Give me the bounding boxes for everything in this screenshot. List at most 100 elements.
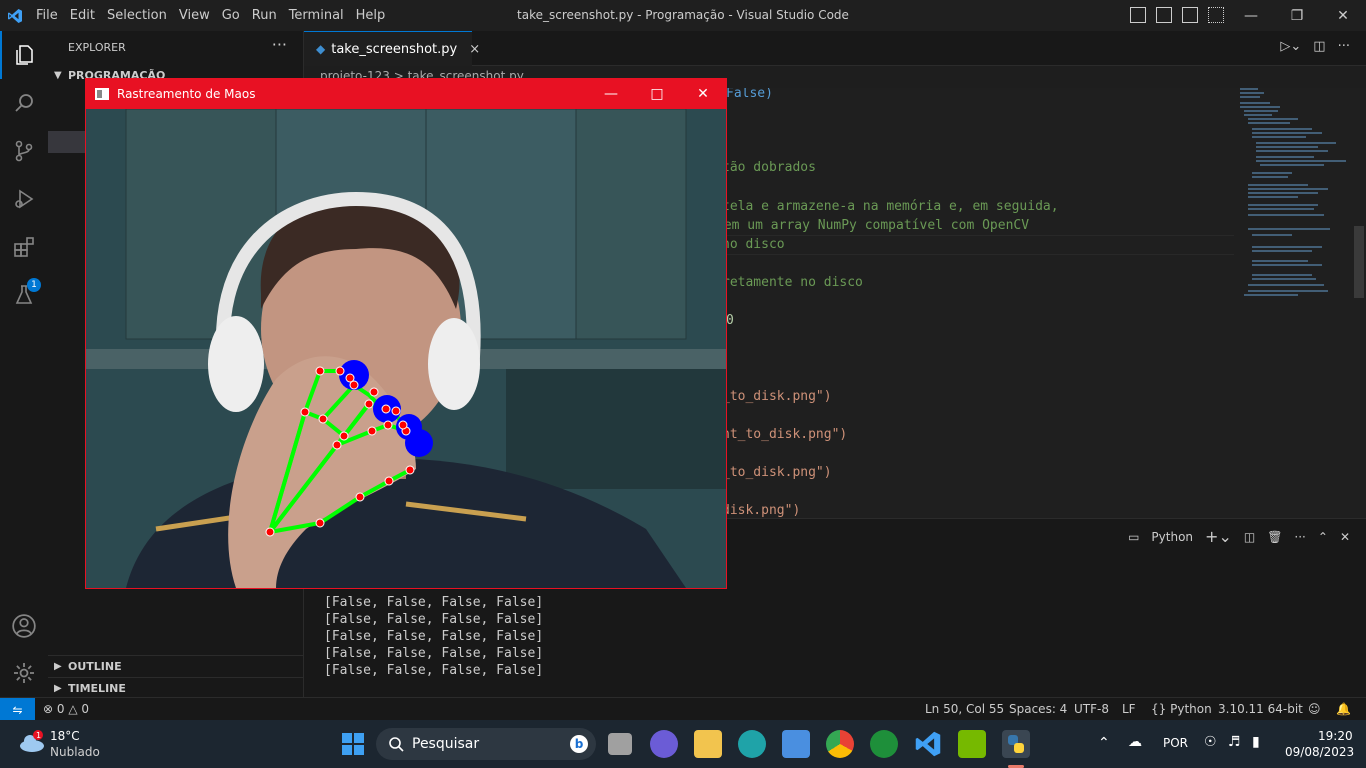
language-mode[interactable]: {} Python <box>1151 698 1212 720</box>
chat-icon[interactable] <box>650 730 678 758</box>
code-line: disk.png") <box>722 503 801 518</box>
explorer-icon[interactable] <box>0 31 48 79</box>
scrollbar-thumb[interactable] <box>1354 226 1364 298</box>
problems-indicator[interactable]: ⊗ 0 △ 0 <box>43 698 89 720</box>
camera-minimize-button[interactable]: — <box>588 86 634 102</box>
menu-terminal[interactable]: Terminal <box>283 0 350 31</box>
svg-text:1: 1 <box>36 731 41 740</box>
accounts-icon[interactable] <box>0 602 48 650</box>
menu-selection[interactable]: Selection <box>101 0 173 31</box>
camera-window-title: Rastreamento de Maos <box>117 87 256 101</box>
editor-more-icon[interactable]: ··· <box>1338 39 1350 54</box>
edge-browser-icon[interactable] <box>738 730 766 758</box>
close-button[interactable]: ✕ <box>1320 0 1366 31</box>
search-icon[interactable] <box>0 79 48 127</box>
toggle-panel-icon[interactable] <box>1156 7 1172 23</box>
feedback-icon[interactable]: ☺ <box>1308 698 1321 720</box>
terminal-line: [False, False, False, False] <box>324 612 544 627</box>
minimap[interactable] <box>1234 88 1352 518</box>
camera-window-titlebar[interactable]: Rastreamento de Maos — □ ✕ <box>86 79 726 109</box>
more-actions-icon[interactable]: ··· <box>272 35 287 54</box>
taskbar-search[interactable]: Pesquisar b <box>376 728 596 760</box>
remote-indicator-icon[interactable]: ⇋ <box>0 698 35 721</box>
editor-scrollbar[interactable] <box>1352 88 1366 518</box>
encoding[interactable]: UTF-8 <box>1074 698 1109 720</box>
extensions-icon[interactable] <box>0 223 48 271</box>
python-app-icon[interactable] <box>1002 730 1030 758</box>
nvidia-icon[interactable] <box>958 730 986 758</box>
run-debug-icon[interactable] <box>0 175 48 223</box>
vscode-taskbar-icon[interactable] <box>914 730 942 758</box>
hand-tracking-window[interactable]: Rastreamento de Maos — □ ✕ <box>85 78 727 589</box>
customize-layout-icon[interactable] <box>1208 7 1224 23</box>
maximize-panel-icon[interactable]: ⌃ <box>1318 530 1328 544</box>
terminal-line: [False, False, False, False] <box>324 646 544 661</box>
code-line: _to_disk.png") <box>722 389 832 404</box>
explorer-header: EXPLORER <box>68 41 126 54</box>
tab-take-screenshot[interactable]: ◆ take_screenshot.py × <box>304 31 480 66</box>
timeline-label: TIMELINE <box>68 682 126 695</box>
kill-terminal-icon[interactable]: 🗑 <box>1267 530 1282 544</box>
input-language[interactable]: POR <box>1163 736 1188 750</box>
testing-icon[interactable] <box>0 271 48 319</box>
menu-edit[interactable]: Edit <box>64 0 101 31</box>
terminal-line: [False, False, False, False] <box>324 663 544 678</box>
search-placeholder: Pesquisar <box>412 736 480 752</box>
run-python-file-icon[interactable]: ▷⌄ <box>1280 39 1301 54</box>
chrome-icon[interactable] <box>826 730 854 758</box>
camera-close-button[interactable]: ✕ <box>680 86 726 102</box>
restore-button[interactable]: ❐ <box>1274 0 1320 31</box>
menu-go[interactable]: Go <box>216 0 246 31</box>
clock-date[interactable]: 09/08/2023 <box>1285 745 1354 759</box>
manage-gear-icon[interactable] <box>0 649 48 697</box>
source-control-icon[interactable] <box>0 127 48 175</box>
wifi-icon[interactable]: ☉ <box>1204 734 1217 750</box>
outline-label: OUTLINE <box>68 660 122 673</box>
minimize-button[interactable]: — <box>1228 0 1274 31</box>
cloud-sync-icon[interactable]: ☁ <box>1128 734 1142 750</box>
task-view-icon[interactable] <box>608 733 632 755</box>
end-of-line[interactable]: LF <box>1122 698 1136 720</box>
clock-time[interactable]: 19:20 <box>1318 729 1353 743</box>
store-icon[interactable] <box>782 730 810 758</box>
language-label: Python <box>1170 702 1212 716</box>
timeline-section[interactable]: ▶ TIMELINE <box>48 677 304 699</box>
split-editor-icon[interactable]: ◫ <box>1313 39 1325 54</box>
volume-icon[interactable]: ♬ <box>1228 734 1241 750</box>
code-line: False) <box>726 88 773 101</box>
file-explorer-icon[interactable] <box>694 730 722 758</box>
indentation[interactable]: Spaces: 4 <box>1009 698 1067 720</box>
xbox-icon[interactable] <box>870 730 898 758</box>
start-button-icon[interactable] <box>339 730 367 758</box>
close-panel-icon[interactable]: ✕ <box>1340 530 1350 544</box>
notifications-bell-icon[interactable]: 🔔 <box>1336 698 1351 720</box>
battery-icon[interactable]: ▮ <box>1252 734 1260 750</box>
warning-icon: △ <box>68 702 78 716</box>
tab-close-icon[interactable]: × <box>469 42 480 57</box>
camera-maximize-button[interactable]: □ <box>634 86 680 102</box>
menu-help[interactable]: Help <box>350 0 392 31</box>
editor-tab-bar: ◆ take_screenshot.py × ▷⌄ ◫ ··· <box>304 31 1366 66</box>
show-hidden-icons-icon[interactable]: ⌃ <box>1098 735 1110 751</box>
panel-more-icon[interactable]: ··· <box>1294 530 1305 544</box>
toggle-sidebar-icon[interactable] <box>1130 7 1146 23</box>
menu-run[interactable]: Run <box>246 0 283 31</box>
toggle-secondary-sidebar-icon[interactable] <box>1182 7 1198 23</box>
weather-cloud-icon[interactable]: 1 <box>18 730 46 758</box>
terminal-name[interactable]: Python <box>1151 530 1193 544</box>
error-icon: ⊗ <box>43 702 54 716</box>
code-line: tela e armazene-a na memória e, em segui… <box>722 199 1059 214</box>
cursor-position[interactable]: Ln 50, Col 55 <box>925 698 1004 720</box>
outline-section[interactable]: ▶ OUTLINE <box>48 655 304 677</box>
vscode-logo-icon[interactable] <box>0 0 30 31</box>
menu-view[interactable]: View <box>173 0 216 31</box>
tab-label: take_screenshot.py <box>331 41 458 57</box>
python-interpreter[interactable]: 3.10.11 64-bit <box>1218 698 1303 720</box>
code-line: em um array NumPy compatível com OpenCV <box>716 218 1030 233</box>
weather-desc: Nublado <box>50 745 100 759</box>
menu-file[interactable]: File <box>30 0 64 31</box>
split-terminal-icon[interactable]: ◫ <box>1244 530 1255 544</box>
warning-count: 0 <box>81 702 90 716</box>
new-terminal-icon[interactable]: +⌄ <box>1205 527 1232 546</box>
braces-icon: {} <box>1151 702 1167 716</box>
